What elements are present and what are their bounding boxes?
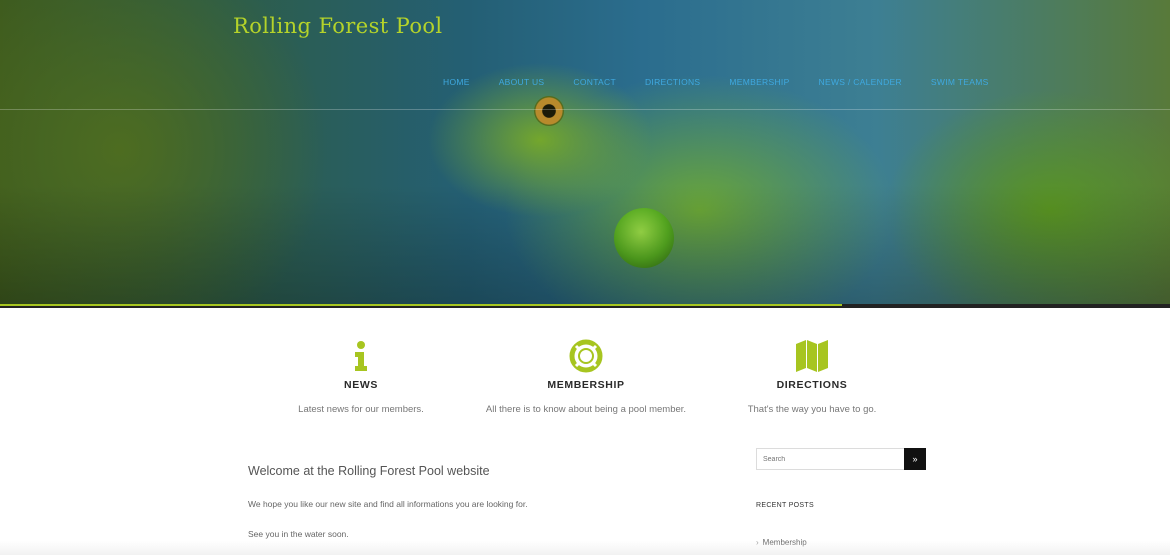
feature-desc: All there is to know about being a pool … [485, 404, 687, 415]
closing-paragraph: See you in the water soon. [248, 529, 349, 539]
slider-progress-track [0, 304, 1170, 308]
feature-desc: Latest news for our members. [298, 404, 424, 415]
nav-item-swim-teams[interactable]: Swim Teams [931, 77, 989, 87]
nav-item-directions[interactable]: Directions [645, 77, 700, 87]
nav-item-news-calender[interactable]: News / Calender [819, 77, 902, 87]
feature-news[interactable]: NEWS Latest news for our members. [246, 338, 476, 415]
intro-paragraph: We hope you like our new site and find a… [248, 499, 528, 509]
main-nav: Home About us Contact Directions Members… [443, 77, 1018, 87]
slider-progress-bar [0, 304, 843, 306]
feature-membership[interactable]: MEMBERSHIP All there is to know about be… [471, 338, 701, 415]
search-button[interactable]: » [904, 448, 926, 470]
nav-item-home[interactable]: Home [443, 77, 470, 87]
nav-item-membership[interactable]: Membership [729, 77, 789, 87]
nav-item-about-us[interactable]: About us [499, 77, 545, 87]
feature-desc: That's the way you have to go. [747, 404, 877, 415]
header-divider [0, 109, 1170, 110]
page-title: Welcome at the Rolling Forest Pool websi… [248, 464, 490, 478]
search-input[interactable] [756, 448, 905, 470]
info-icon [246, 338, 476, 374]
hero-banner: Rolling Forest Pool Home About us Contac… [0, 0, 1170, 308]
lifebuoy-icon [471, 338, 701, 374]
recent-posts-title: RECENT POSTS [756, 502, 814, 509]
feature-directions[interactable]: DIRECTIONS That's the way you have to go… [697, 338, 927, 415]
nav-item-contact[interactable]: Contact [573, 77, 616, 87]
site-title[interactable]: Rolling Forest Pool [233, 14, 443, 38]
map-icon [697, 338, 927, 374]
feature-title: DIRECTIONS [776, 379, 848, 391]
feature-title: NEWS [344, 379, 378, 391]
feature-title: MEMBERSHIP [547, 379, 625, 391]
